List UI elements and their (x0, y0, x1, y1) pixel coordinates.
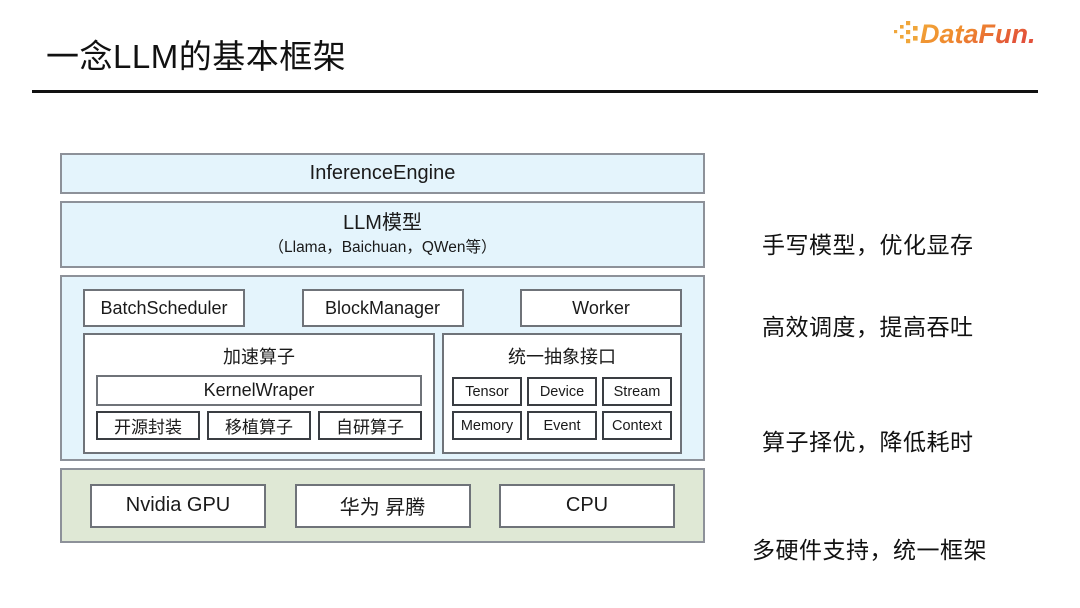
llm-model-sublabel: （Llama，Baichuan，QWen等） (269, 239, 497, 257)
annotation-hardware: 多硬件支持，统一框架 (752, 531, 987, 565)
title-divider (32, 90, 1038, 93)
core-panels: 加速算子 KernelWraper 开源封装 移植算子 自研算子 (62, 327, 703, 454)
box-ported-operator: 移植算子 (207, 411, 311, 440)
block-manager-label: BlockManager (325, 298, 440, 319)
abstract-panel-title: 统一抽象接口 (508, 343, 616, 369)
event-label: Event (543, 418, 580, 434)
llm-model-label: LLM模型 (343, 212, 422, 235)
memory-label: Memory (461, 418, 513, 434)
layer-inference-engine: InferenceEngine (60, 153, 705, 194)
panel-accelerated-operators: 加速算子 KernelWraper 开源封装 移植算子 自研算子 (83, 333, 435, 454)
tensor-label: Tensor (465, 384, 509, 400)
cell-event: Event (527, 411, 597, 440)
box-nvidia-gpu: Nvidia GPU (90, 484, 266, 528)
opensource-wrapper-label: 开源封装 (114, 413, 182, 438)
inference-engine-label: InferenceEngine (310, 162, 456, 185)
batch-scheduler-label: BatchScheduler (100, 298, 227, 319)
box-opensource-wrapper: 开源封装 (96, 411, 200, 440)
annotation-column: 手写模型，优化显存 高效调度，提高吞吐 算子择优，降低耗时 多硬件支持，统一框架 (750, 153, 1060, 565)
inhouse-operator-label: 自研算子 (336, 413, 404, 438)
datafun-logo: DataFun. (892, 16, 1052, 52)
annotation-operator: 算子择优，降低耗时 (762, 423, 974, 457)
datafun-logo-icon: DataFun. (892, 16, 1052, 52)
device-label: Device (540, 384, 584, 400)
layer-core: BatchScheduler BlockManager Worker 加速算子 … (60, 275, 705, 461)
nvidia-gpu-label: Nvidia GPU (126, 494, 230, 517)
cell-context: Context (602, 411, 672, 440)
ported-operator-label: 移植算子 (225, 413, 293, 438)
core-top-boxes: BatchScheduler BlockManager Worker (62, 289, 703, 327)
annotation-model: 手写模型，优化显存 (762, 226, 974, 260)
layer-hardware: Nvidia GPU 华为 昇腾 CPU (60, 468, 705, 543)
cell-memory: Memory (452, 411, 522, 440)
kernel-wraper-label: KernelWraper (204, 380, 315, 401)
panel-unified-abstraction: 统一抽象接口 Tensor Device Stream Memory (442, 333, 682, 454)
box-kernel-wraper: KernelWraper (96, 375, 422, 406)
box-batch-scheduler: BatchScheduler (83, 289, 245, 327)
huawei-ascend-label: 华为 昇腾 (340, 491, 426, 520)
box-cpu: CPU (499, 484, 675, 528)
accel-panel-title: 加速算子 (223, 343, 295, 369)
cell-tensor: Tensor (452, 377, 522, 406)
cpu-label: CPU (566, 494, 608, 517)
box-inhouse-operator: 自研算子 (318, 411, 422, 440)
box-huawei-ascend: 华为 昇腾 (295, 484, 471, 528)
annotation-scheduling: 高效调度，提高吞吐 (762, 308, 974, 342)
cell-stream: Stream (602, 377, 672, 406)
context-label: Context (612, 418, 662, 434)
box-worker: Worker (520, 289, 682, 327)
box-block-manager: BlockManager (302, 289, 464, 327)
page-title: 一念LLM的基本框架 (46, 30, 346, 78)
worker-label: Worker (572, 298, 630, 319)
abstraction-grid: Tensor Device Stream Memory Event (452, 377, 672, 440)
cell-device: Device (527, 377, 597, 406)
layer-llm-model: LLM模型 （Llama，Baichuan，QWen等） (60, 201, 705, 268)
stream-label: Stream (614, 384, 661, 400)
svg-text:DataFun.: DataFun. (920, 19, 1036, 49)
hardware-row: Nvidia GPU 华为 昇腾 CPU (62, 484, 703, 528)
architecture-diagram: InferenceEngine LLM模型 （Llama，Baichuan，QW… (60, 153, 705, 543)
operator-row: 开源封装 移植算子 自研算子 (96, 411, 422, 440)
